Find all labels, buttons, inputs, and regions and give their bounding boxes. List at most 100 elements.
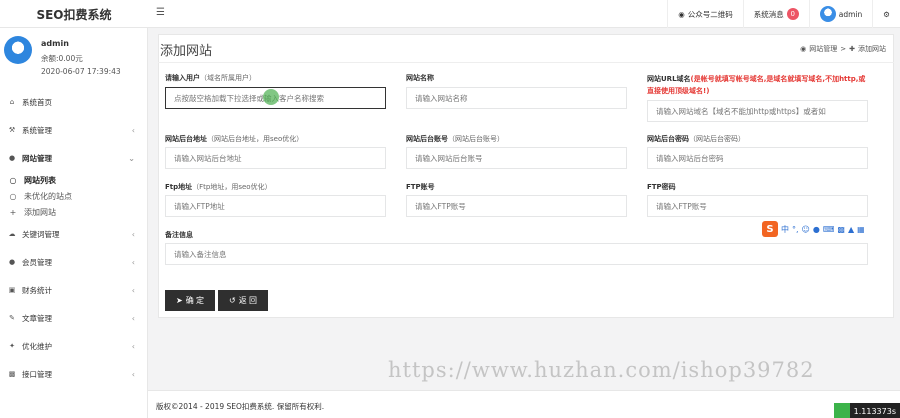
emoji-icon[interactable]: ☺	[802, 225, 810, 234]
gear-icon: ⚙	[883, 9, 890, 19]
admin-pwd-hint: （网站后台密码）	[689, 135, 745, 143]
sidebar-item-label: 文章管理	[22, 313, 52, 323]
page-title: 添加网站	[160, 44, 213, 59]
card-icon: ▣	[8, 286, 16, 294]
book-icon: ▩	[8, 370, 16, 378]
admin-url-hint: （网站后台地址，用seo优化）	[207, 135, 304, 143]
site-url-input[interactable]	[647, 100, 868, 122]
chevron-left-icon: ‹	[131, 285, 135, 295]
brand-logo[interactable]: SEO扣费系统	[0, 0, 148, 28]
sidebar-subitem-label: 未优化的站点	[24, 191, 72, 201]
corner-widget: 1.113373s	[833, 403, 900, 418]
microphone-icon[interactable]: ●	[813, 225, 820, 234]
plus-icon: ✚	[849, 45, 855, 53]
confirm-button[interactable]: ➤ 确 定	[165, 290, 215, 311]
site-name-label: 网站名称	[406, 74, 434, 82]
grid-icon[interactable]: ▦	[857, 225, 865, 234]
wechat-icon: ◉	[678, 9, 685, 19]
ftp-addr-label: Ftp地址（Ftp地址，用seo优化）	[165, 182, 272, 192]
messages-badge: 0	[786, 8, 799, 20]
chevron-left-icon: ‹	[131, 313, 135, 323]
user-name: admin	[838, 9, 863, 19]
sidebar-item-finance[interactable]: ▣ 财务统计 ‹	[0, 276, 147, 304]
breadcrumb-current: 添加网站	[858, 45, 886, 53]
users-icon: ●	[8, 258, 16, 266]
sidebar-item-articles[interactable]: ✎ 文章管理 ‹	[0, 304, 147, 332]
sidebar-item-system[interactable]: ⚒ 系统管理 ‹	[0, 116, 147, 144]
ime-language-toggle[interactable]: 中	[781, 224, 789, 235]
admin-url-input[interactable]	[165, 147, 386, 169]
footer-copyright: 版权©2014 - 2019 SEO扣费系统. 保留所有权利.	[156, 402, 325, 411]
admin-pwd-input[interactable]	[647, 147, 868, 169]
admin-user-label: 网站后台账号（网站后台账号）	[406, 134, 504, 144]
qr-code-label: 公众号二维码	[687, 9, 733, 19]
corner-number: 1.113373s	[849, 403, 900, 418]
remark-input[interactable]	[165, 243, 868, 265]
site-url-label-text: 网站URL域名	[647, 75, 691, 83]
sidebar-subitem-add[interactable]: + 添加网站	[0, 204, 147, 220]
sidebar-item-members[interactable]: ● 会员管理 ‹	[0, 248, 147, 276]
breadcrumb-separator: >	[840, 45, 847, 53]
magic-icon: ✦	[9, 342, 15, 350]
admin-url-label-text: 网站后台地址	[165, 135, 207, 143]
system-messages-button[interactable]: 系统消息 0	[742, 0, 809, 28]
profile: admin 余额:0.00元 2020-06-07 17:39:43	[0, 28, 147, 88]
sidebar-item-label: 会员管理	[22, 257, 52, 267]
ftp-addr-label-text: Ftp地址	[165, 183, 193, 191]
site-name-input[interactable]	[406, 87, 627, 109]
profile-time: 2020-06-07 17:39:43	[41, 67, 121, 76]
settings-button[interactable]: ⚙	[872, 0, 900, 28]
admin-pwd-label: 网站后台密码（网站后台密码）	[647, 134, 745, 144]
sogou-logo[interactable]: S	[762, 221, 778, 237]
sidebar-item-api[interactable]: ▩ 接口管理 ‹	[0, 360, 147, 388]
send-icon: ➤	[176, 296, 183, 305]
back-button[interactable]: ↺ 返 回	[218, 290, 268, 311]
qr-code-button[interactable]: ◉ 公众号二维码	[667, 0, 743, 28]
breadcrumb-parent[interactable]: 网站管理	[809, 44, 837, 54]
punctuation-icon[interactable]: °,	[792, 225, 799, 234]
sidebar-item-label: 关键词管理	[22, 229, 60, 239]
sidebar-subitem-label: 网站列表	[24, 175, 56, 185]
user-hint: （域名所属用户）	[200, 74, 256, 82]
divider	[158, 62, 894, 63]
tools-icon[interactable]: ▩	[837, 225, 845, 234]
ftp-user-input[interactable]	[406, 195, 627, 217]
admin-user-input[interactable]	[406, 147, 627, 169]
back-label: 返 回	[238, 296, 257, 305]
user-menu[interactable]: admin	[808, 0, 873, 28]
hamburger-icon[interactable]: ☰	[156, 7, 165, 18]
keyboard-icon[interactable]: ⌨	[823, 225, 835, 234]
plus-icon: +	[9, 207, 17, 217]
ftp-addr-input[interactable]	[165, 195, 386, 217]
remark-label: 备注信息	[165, 231, 193, 239]
sidebar-item-label: 财务统计	[22, 285, 52, 295]
sidebar-subitem-unoptimized[interactable]: ○ 未优化的站点	[0, 188, 147, 204]
sidebar-item-optimize[interactable]: ✦ 优化维护 ‹	[0, 332, 147, 360]
wrench-icon: ⚒	[8, 126, 16, 134]
sidebar-subitem-list[interactable]: ○ 网站列表	[0, 172, 147, 188]
admin-url-label: 网站后台地址（网站后台地址，用seo优化）	[165, 134, 303, 144]
shirt-icon[interactable]: ▲	[848, 225, 854, 234]
ftp-pwd-label: FTP密码	[647, 183, 676, 191]
messages-label: 系统消息	[753, 9, 784, 19]
sidebar-item-website[interactable]: ● 网站管理 ⌄	[0, 144, 147, 172]
admin-user-hint: （网站后台账号）	[448, 135, 504, 143]
chevron-left-icon: ‹	[131, 257, 135, 267]
ftp-addr-hint: （Ftp地址，用seo优化）	[192, 183, 272, 191]
top-right-actions: ◉ 公众号二维码 系统消息 0 admin ⚙	[667, 0, 900, 28]
ftp-pwd-input[interactable]	[647, 195, 868, 217]
circle-icon: ○	[9, 175, 17, 185]
avatar	[4, 36, 32, 64]
sidebar-item-keywords[interactable]: ☁ 关键词管理 ‹	[0, 220, 147, 248]
chevron-left-icon: ‹	[131, 229, 135, 239]
chevron-left-icon: ‹	[131, 125, 135, 135]
ftp-user-label: FTP账号	[406, 183, 435, 191]
ime-toolbar: S 中 °, ☺ ● ⌨ ▩ ▲ ▦	[760, 220, 867, 238]
user-label-text: 请输入用户	[165, 74, 200, 82]
sidebar-item-home[interactable]: ⌂ 系统首页	[0, 88, 147, 116]
sidebar: admin 余额:0.00元 2020-06-07 17:39:43 ⌂ 系统首…	[0, 28, 148, 418]
chevron-left-icon: ‹	[131, 341, 135, 351]
edit-icon: ✎	[9, 314, 15, 322]
user-avatar	[819, 6, 836, 22]
profile-balance: 余额:0.00元	[41, 54, 83, 63]
